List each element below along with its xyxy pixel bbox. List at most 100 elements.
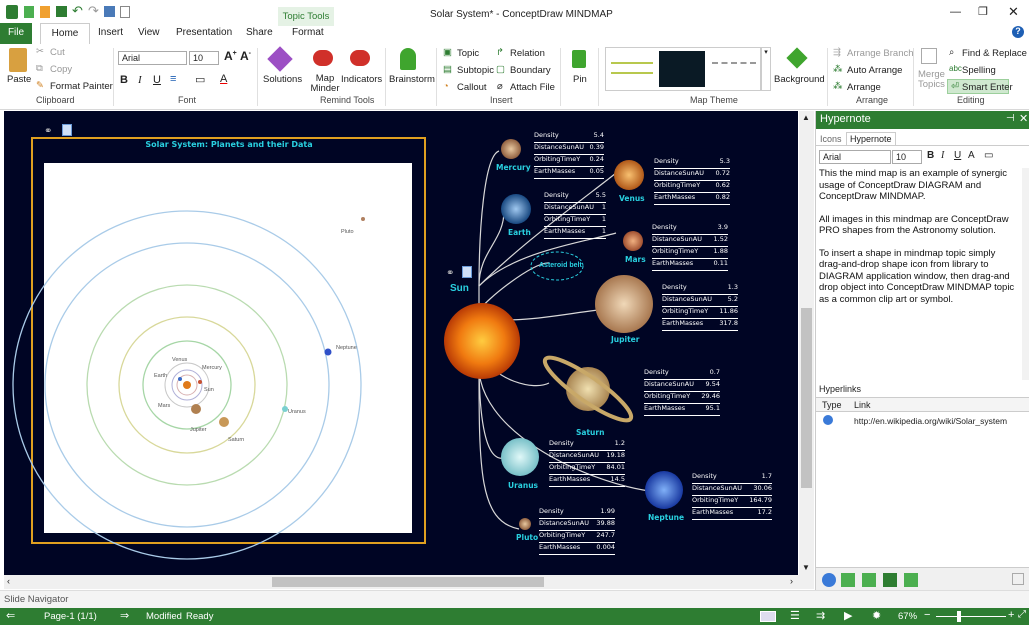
find-replace-button[interactable]: Find & Replace [962, 48, 1027, 59]
minimize-icon[interactable]: — [950, 6, 961, 18]
attach-icon[interactable] [841, 573, 855, 587]
topic-asteroid-belt[interactable]: Asteroid belt [539, 262, 582, 269]
font-color-icon[interactable]: A [968, 150, 975, 161]
open-icon[interactable] [40, 6, 50, 18]
prev-page-icon[interactable]: ⇐ [6, 609, 15, 622]
undo-icon[interactable]: ↶ [72, 3, 83, 19]
background-icon[interactable] [786, 47, 808, 69]
zoom-in-icon[interactable]: + [1008, 609, 1014, 621]
topic-link-icon[interactable] [904, 573, 918, 587]
pin-button[interactable]: Pin [573, 74, 587, 85]
fill-color-icon[interactable]: ▭ [195, 73, 205, 86]
tab-hypernote[interactable]: Hypernote [846, 132, 896, 145]
scroll-thumb[interactable] [801, 308, 812, 488]
pin-icon[interactable] [572, 50, 586, 68]
scroll-up-icon[interactable]: ▲ [802, 113, 810, 122]
close-panel-icon[interactable]: ✕ [1019, 112, 1028, 125]
add-link-icon[interactable] [822, 573, 836, 587]
gallery-scroll-icon[interactable]: ▾ [761, 47, 771, 91]
mindmap-canvas[interactable]: ⚭ ⚭ Solar System: Planets and their Data… [4, 111, 798, 575]
attach-file-button[interactable]: Attach File [510, 82, 555, 93]
font-family-select[interactable]: Arial [118, 51, 187, 65]
arrange-button[interactable]: Arrange [847, 82, 881, 93]
root-topic-sun[interactable]: Sun [450, 283, 469, 294]
delete-link-icon[interactable] [1012, 573, 1024, 585]
note-icon[interactable] [62, 124, 72, 136]
note-icon[interactable] [462, 266, 472, 278]
topic-venus[interactable]: Venus [619, 194, 645, 203]
tab-format[interactable]: Format [292, 27, 324, 38]
spelling-button[interactable]: Spelling [962, 65, 996, 76]
copy-button[interactable]: Copy [50, 64, 72, 75]
format-painter-button[interactable]: Format Painter [50, 81, 113, 92]
topic-earth[interactable]: Earth [508, 228, 531, 237]
preview-icon[interactable] [120, 6, 130, 18]
topic-neptune[interactable]: Neptune [648, 513, 684, 522]
close-icon[interactable]: ✕ [1008, 4, 1019, 20]
theme-thumb-dark[interactable] [659, 51, 705, 87]
link-icon[interactable]: ⚭ [44, 126, 52, 137]
scroll-right-icon[interactable]: › [790, 576, 793, 586]
theme-thumb[interactable] [611, 62, 653, 74]
solutions-icon[interactable] [267, 46, 293, 72]
topic-jupiter[interactable]: Jupiter [611, 335, 639, 344]
relation-button[interactable]: Relation [510, 48, 545, 59]
align-icon[interactable]: ≡ [170, 73, 176, 85]
help-icon[interactable]: ? [1012, 26, 1024, 38]
tab-icons[interactable]: Icons [820, 134, 842, 144]
topic-mercury[interactable]: Mercury [496, 163, 531, 172]
auto-arrange-button[interactable]: Auto Arrange [847, 65, 902, 76]
horizontal-scrollbar[interactable]: ‹ › [4, 575, 814, 589]
pin-panel-icon[interactable]: ⊣ [1006, 113, 1015, 124]
font-color-icon[interactable]: A [220, 73, 227, 85]
cut-button[interactable]: Cut [50, 47, 65, 58]
font-size-select[interactable]: 10 [189, 51, 219, 65]
fill-color-icon[interactable]: ▭ [984, 150, 993, 161]
italic-icon[interactable]: I [138, 74, 142, 86]
tab-presentation[interactable]: Presentation [176, 27, 232, 38]
note-size-select[interactable]: 10 [892, 150, 922, 164]
shrink-font-icon[interactable]: A- [240, 49, 251, 63]
image-icon[interactable] [883, 573, 897, 587]
tab-view[interactable]: View [138, 27, 160, 38]
print-icon[interactable] [104, 6, 115, 17]
merge-topics-button[interactable]: Merge Topics [918, 70, 945, 90]
save-icon[interactable] [56, 6, 67, 17]
underline-icon[interactable]: U [954, 150, 961, 161]
paste-button[interactable]: Paste [7, 74, 31, 85]
fit-icon[interactable]: ⤢ [1018, 609, 1026, 620]
view-tree-icon[interactable]: ⇉ [816, 609, 825, 622]
zoom-slider-thumb[interactable] [957, 611, 961, 622]
topic-saturn[interactable]: Saturn [576, 428, 604, 437]
bold-icon[interactable]: B [120, 74, 128, 86]
indicators-button[interactable]: Indicators [341, 74, 382, 85]
underline-icon[interactable]: U [153, 74, 161, 86]
tab-insert[interactable]: Insert [98, 27, 123, 38]
play-icon[interactable]: ▶ [844, 609, 852, 622]
view-normal-icon[interactable] [760, 611, 776, 622]
slide-navigator-label[interactable]: Slide Navigator [4, 594, 68, 605]
scroll-thumb[interactable] [272, 577, 544, 587]
subtopic-button[interactable]: Subtopic [457, 65, 494, 76]
restore-icon[interactable]: ❐ [978, 5, 988, 18]
map-minder-button[interactable]: Map Minder [310, 74, 340, 94]
tab-share[interactable]: Share [246, 27, 273, 38]
smart-enter-toggle[interactable]: ⏎ Smart Enter [947, 79, 1013, 94]
topic-mars[interactable]: Mars [625, 255, 646, 264]
scroll-left-icon[interactable]: ‹ [7, 576, 10, 586]
zoom-slider-track[interactable] [936, 616, 1006, 617]
note-text[interactable]: This the mind map is an example of syner… [819, 168, 1019, 305]
paste-icon[interactable] [9, 48, 27, 72]
tab-file[interactable]: File [0, 23, 32, 44]
topic-uranus[interactable]: Uranus [508, 481, 538, 490]
folder-icon[interactable] [862, 573, 876, 587]
theme-thumb[interactable] [712, 62, 756, 74]
link-icon[interactable]: ⚭ [446, 268, 454, 279]
topic-button[interactable]: Topic [457, 48, 479, 59]
topic-pluto[interactable]: Pluto [516, 533, 538, 542]
grow-font-icon[interactable]: A+ [224, 49, 237, 63]
callout-button[interactable]: Callout [457, 82, 487, 93]
settings-icon[interactable]: ✹ [872, 609, 881, 622]
map-minder-icon[interactable] [313, 50, 333, 66]
slide-navigator-bar[interactable]: Slide Navigator [0, 590, 1029, 608]
